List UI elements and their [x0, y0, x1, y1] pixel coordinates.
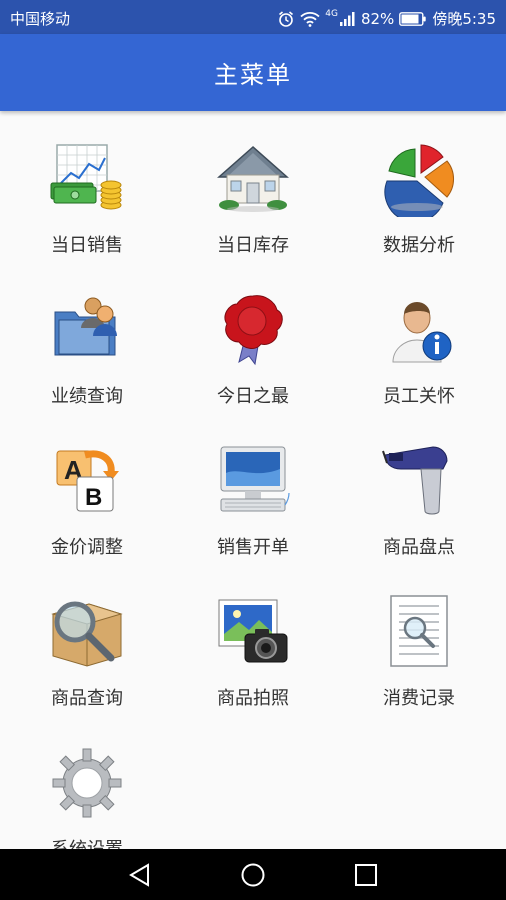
menu-label: 销售开单 — [217, 537, 289, 558]
menu-item-stock-check[interactable]: 商品盘点 — [335, 413, 503, 563]
box-magnifier-icon — [49, 594, 125, 670]
wax-seal-ribbon-icon — [215, 292, 291, 368]
svg-text:B: B — [85, 484, 102, 511]
menu-label: 商品查询 — [51, 688, 123, 709]
gear-icon — [49, 745, 125, 821]
user-info-icon — [381, 292, 457, 368]
menu-label: 系统设置 — [3, 835, 171, 849]
page-title: 主菜单 — [214, 61, 292, 89]
menu-label: 商品拍照 — [217, 688, 289, 709]
menu-label: 今日之最 — [217, 386, 289, 407]
alarm-icon — [277, 10, 295, 28]
wifi-icon — [300, 11, 320, 27]
menu-item-sales-order[interactable]: 销售开单 — [169, 413, 337, 563]
menu-label: 消费记录 — [383, 688, 455, 709]
menu-label: 商品盘点 — [383, 537, 455, 558]
pie-chart-icon — [381, 141, 457, 217]
menu-label: 当日销售 — [51, 235, 123, 256]
menu-item-product-query[interactable]: 商品查询 — [3, 564, 171, 714]
menu-label: 数据分析 — [383, 235, 455, 256]
menu-label: 当日库存 — [217, 235, 289, 256]
menu-item-gold-price-adjust[interactable]: A B 金价调整 — [3, 413, 171, 563]
menu-label: 业绩查询 — [51, 386, 123, 407]
barcode-scanner-icon — [381, 443, 457, 519]
photo-camera-icon — [215, 594, 291, 670]
house-icon — [215, 141, 291, 217]
computer-monitor-icon — [215, 443, 291, 519]
menu-item-consumption-record[interactable]: 消费记录 — [335, 564, 503, 714]
app-bar: 主菜单 — [0, 34, 506, 111]
menu-item-product-photo[interactable]: 商品拍照 — [169, 564, 337, 714]
sales-chart-money-icon — [49, 141, 125, 217]
folder-users-icon — [49, 292, 125, 368]
system-navigation-bar — [0, 849, 506, 900]
menu-item-daily-sales[interactable]: 当日销售 — [3, 111, 171, 261]
back-triangle-icon[interactable] — [126, 861, 154, 889]
network-type: 4G — [325, 8, 338, 19]
carrier-name: 中国移动 — [10, 10, 71, 28]
battery-icon — [399, 11, 427, 26]
menu-item-data-analysis[interactable]: 数据分析 — [335, 111, 503, 261]
battery-percent: 82% — [360, 9, 395, 28]
menu-label: 金价调整 — [51, 537, 123, 558]
menu-item-today-best[interactable]: 今日之最 — [169, 262, 337, 412]
menu-item-system-settings[interactable]: 系统设置 — [3, 715, 171, 849]
menu-label: 员工关怀 — [383, 386, 455, 407]
signal-icon — [339, 11, 356, 26]
status-icons: 4G 82% 傍晚5:35 — [277, 8, 496, 29]
clock-time: 傍晚5:35 — [432, 10, 496, 28]
recents-square-icon[interactable] — [352, 861, 380, 889]
a-to-b-swap-icon: A B — [49, 443, 125, 519]
home-circle-icon[interactable] — [239, 861, 267, 889]
document-search-icon — [381, 594, 457, 670]
menu-item-employee-care[interactable]: 员工关怀 — [335, 262, 503, 412]
menu-item-daily-inventory[interactable]: 当日库存 — [169, 111, 337, 261]
menu-item-performance-query[interactable]: 业绩查询 — [3, 262, 171, 412]
main-menu-grid: 当日销售 当日库存 数据分析 业绩查询 今日之最 员工关怀 A B 金价调整 销… — [0, 111, 506, 849]
status-bar: 中国移动 4G 82% 傍晚5:35 — [0, 0, 506, 34]
